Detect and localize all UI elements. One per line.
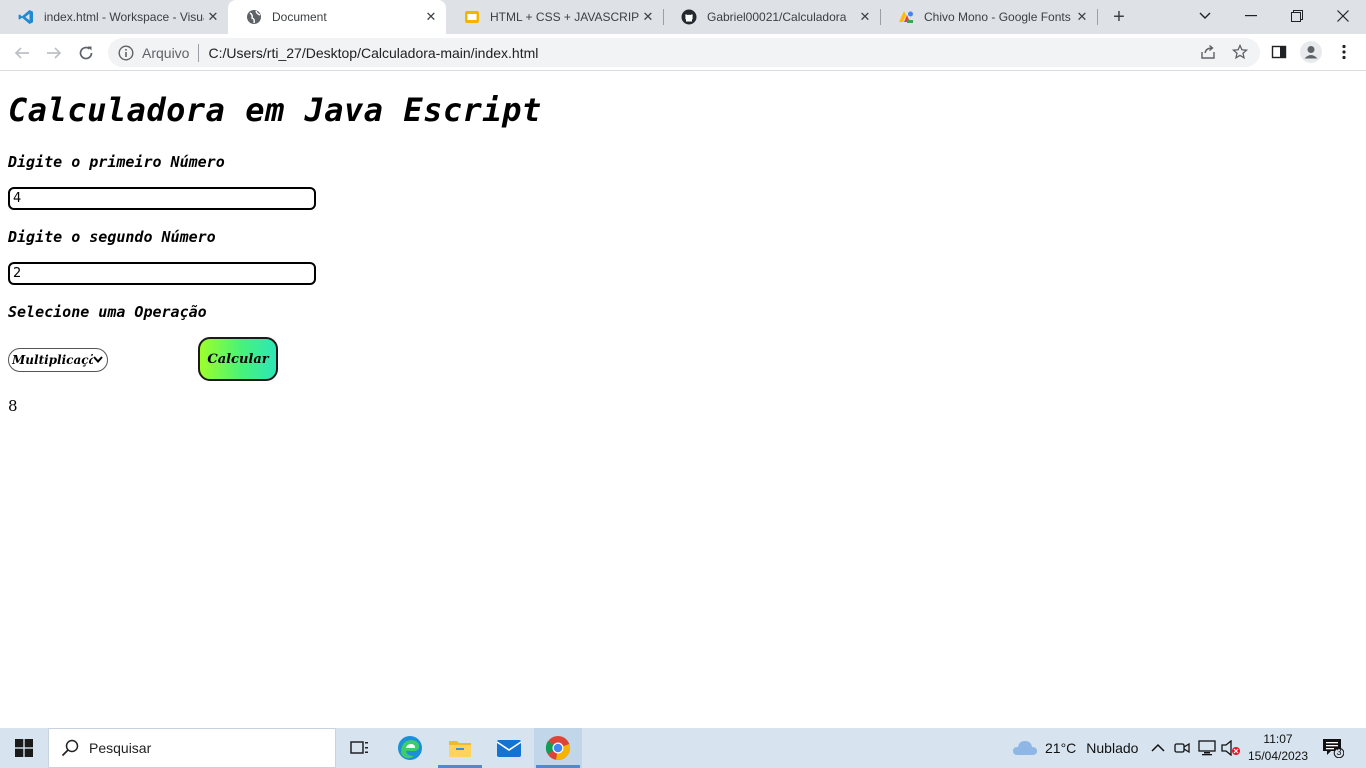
- result-text: 8: [8, 397, 18, 415]
- chevron-down-icon: [93, 355, 107, 366]
- google-fonts-icon: [899, 11, 913, 23]
- first-number-input[interactable]: [8, 187, 316, 210]
- notification-center-icon[interactable]: 3: [1322, 738, 1345, 759]
- cloud-icon: [1013, 741, 1037, 755]
- edge-icon[interactable]: [386, 728, 434, 768]
- mail-icon[interactable]: [485, 728, 533, 768]
- file-explorer-icon[interactable]: [436, 728, 484, 768]
- chrome-icon[interactable]: [534, 728, 582, 768]
- github-icon: [681, 9, 697, 25]
- close-icon[interactable]: ✕: [1073, 8, 1091, 26]
- tab-title: index.html - Workspace - Visual Studio C…: [44, 10, 204, 24]
- calculate-button[interactable]: Calcular: [198, 337, 278, 381]
- vscode-icon: [18, 10, 33, 24]
- browser-tab-strip: index.html - Workspace - Visual Studio C…: [0, 0, 1366, 34]
- close-icon[interactable]: ✕: [856, 8, 874, 26]
- notification-count: 3: [1336, 747, 1342, 757]
- search-icon: [61, 739, 79, 757]
- tab-vscode-workspace[interactable]: index.html - Workspace - Visual Studio C…: [0, 0, 228, 34]
- clock-time: 11:07: [1263, 732, 1293, 746]
- operation-selected-value: Multiplicação: [12, 353, 93, 367]
- weather-temp: 21°C: [1045, 740, 1077, 756]
- profile-avatar-icon[interactable]: [1300, 41, 1322, 63]
- page-content: Calculadora em Java Escript Digite o pri…: [0, 71, 1366, 728]
- tab-google-slides[interactable]: HTML + CSS + JAVASCRIPT - Google Slides …: [446, 0, 663, 34]
- restore-icon[interactable]: [1274, 0, 1320, 32]
- tab-separator: [1097, 9, 1098, 25]
- show-hidden-icons-chevron-up-icon[interactable]: [1151, 728, 1165, 768]
- url-text[interactable]: C:/Users/rti_27/Desktop/Calculadora-main…: [208, 45, 538, 61]
- forward-arrow-icon[interactable]: [40, 39, 68, 67]
- weather-widget[interactable]: 21°C Nublado: [1012, 728, 1138, 768]
- operation-select[interactable]: Multiplicação: [8, 348, 108, 372]
- second-number-input[interactable]: [8, 262, 316, 285]
- bookmark-star-icon[interactable]: [1229, 41, 1251, 63]
- share-icon[interactable]: [1197, 41, 1219, 63]
- tab-google-fonts[interactable]: Chivo Mono - Google Fonts ✕: [880, 0, 1097, 34]
- tab-title: Document: [272, 10, 327, 24]
- more-options-icon[interactable]: [1333, 41, 1355, 63]
- info-icon[interactable]: [118, 44, 134, 61]
- weather-text: Nublado: [1086, 740, 1139, 756]
- meet-now-icon[interactable]: [1174, 728, 1190, 768]
- operation-label: Selecione uma Operação: [8, 303, 207, 321]
- tab-document[interactable]: Document ✕: [228, 0, 446, 34]
- close-icon[interactable]: ✕: [422, 8, 440, 26]
- security-label: Arquivo: [142, 44, 190, 61]
- close-icon[interactable]: ✕: [639, 8, 657, 26]
- first-number-label: Digite o primeiro Número: [8, 153, 225, 171]
- second-number-label: Digite o segundo Número: [8, 228, 216, 246]
- address-separator: [198, 43, 200, 62]
- back-arrow-icon[interactable]: [8, 39, 36, 67]
- clock-date: 15/04/2023: [1247, 749, 1309, 763]
- tab-title: HTML + CSS + JAVASCRIPT - Google Slides: [490, 10, 639, 24]
- tab-title: Chivo Mono - Google Fonts: [924, 10, 1071, 24]
- tab-search-chevron-down-icon[interactable]: [1182, 0, 1228, 32]
- side-panel-icon[interactable]: [1268, 41, 1290, 63]
- taskbar-clock[interactable]: 11:07 15/04/2023: [1236, 731, 1320, 765]
- page-title: Calculadora em Java Escript: [8, 91, 542, 129]
- slides-icon: [465, 11, 479, 23]
- globe-icon: [247, 10, 261, 24]
- close-icon[interactable]: ✕: [204, 8, 222, 26]
- search-placeholder: Pesquisar: [89, 740, 152, 756]
- taskbar-search-box[interactable]: Pesquisar: [48, 728, 336, 768]
- network-icon[interactable]: [1198, 728, 1216, 768]
- new-tab-button[interactable]: +: [1106, 5, 1132, 29]
- browser-toolbar: Arquivo C:/Users/rti_27/Desktop/Calculad…: [0, 34, 1366, 71]
- close-window-icon[interactable]: [1320, 0, 1366, 32]
- tab-github-calculadora[interactable]: Gabriel00021/Calculadora ✕: [663, 0, 880, 34]
- tab-title: Gabriel00021/Calculadora: [707, 10, 847, 24]
- reload-icon[interactable]: [72, 39, 100, 67]
- windows-taskbar: Pesquisar 21°C Nublado 11:07 15/04/2023 …: [0, 728, 1366, 768]
- windows-start-icon[interactable]: [0, 728, 48, 768]
- address-bar[interactable]: Arquivo C:/Users/rti_27/Desktop/Calculad…: [108, 38, 1260, 67]
- task-view-icon[interactable]: [336, 728, 384, 768]
- minimize-icon[interactable]: [1228, 0, 1274, 32]
